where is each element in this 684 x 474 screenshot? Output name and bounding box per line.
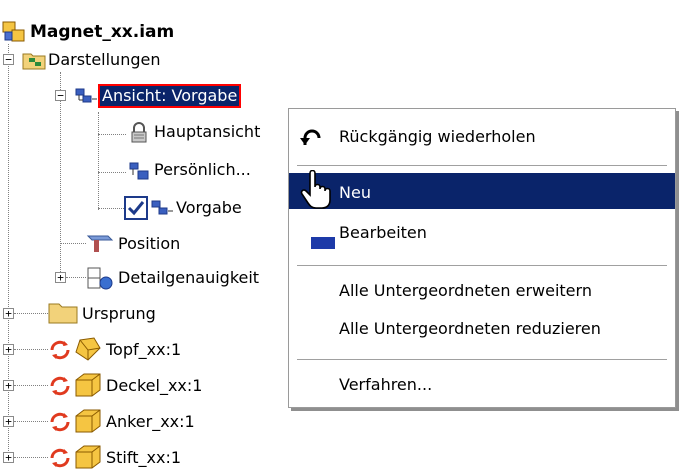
collapse-toggle[interactable]: − — [3, 54, 14, 65]
menu-separator — [297, 165, 667, 167]
representations-label[interactable]: Darstellungen — [48, 50, 160, 70]
tree-line — [98, 134, 126, 135]
tree-line — [98, 112, 99, 210]
position-label[interactable]: Position — [118, 234, 180, 254]
tree-line — [60, 72, 61, 272]
view-vorgabe-label[interactable]: Ansicht: Vorgabe — [97, 84, 242, 108]
expand-toggle[interactable]: + — [3, 416, 14, 427]
menu-item-label: Neu — [339, 183, 371, 202]
view-default-label[interactable]: Vorgabe — [176, 198, 242, 218]
representations-folder-icon — [22, 50, 46, 74]
menu-item-new[interactable]: Neu — [289, 173, 675, 209]
menu-item-collapse-all[interactable]: Alle Untergeordneten reduzieren — [289, 311, 675, 347]
context-menu: Rückgängig wiederholen Neu Bearbeiten Al… — [288, 108, 676, 408]
level-of-detail-icon — [86, 266, 114, 294]
edit-icon — [311, 229, 335, 253]
hand-cursor-icon — [300, 169, 332, 214]
adaptive-arrow-icon — [48, 374, 72, 402]
lock-icon — [128, 122, 150, 148]
expand-toggle[interactable]: + — [55, 272, 66, 283]
view-representation-icon — [74, 86, 98, 110]
tree-line — [14, 385, 48, 386]
part-label[interactable]: Deckel_xx:1 — [106, 376, 202, 396]
menu-item-procedures[interactable]: Verfahren... — [289, 367, 675, 403]
adaptive-arrow-icon — [48, 410, 72, 438]
view-main-label[interactable]: Hauptansicht — [154, 122, 260, 142]
tree-line — [14, 421, 48, 422]
menu-separator — [297, 359, 667, 361]
level-of-detail-label[interactable]: Detailgenauigkeit — [118, 268, 259, 288]
menu-item-label: Alle Untergeordneten reduzieren — [339, 319, 601, 338]
expand-toggle[interactable]: + — [3, 380, 14, 391]
menu-item-undo[interactable]: Rückgängig wiederholen — [289, 119, 675, 155]
undo-icon — [299, 125, 325, 153]
folder-icon — [48, 300, 78, 328]
tree-line — [14, 313, 48, 314]
tree-line — [66, 277, 86, 278]
part-label[interactable]: Stift_xx:1 — [106, 448, 181, 468]
menu-item-label: Bearbeiten — [339, 223, 427, 242]
view-representation-icon — [150, 198, 174, 222]
position-icon — [86, 230, 114, 258]
expand-toggle[interactable]: + — [3, 344, 14, 355]
tree-line — [14, 457, 48, 458]
part-icon — [74, 372, 102, 402]
origin-label[interactable]: Ursprung — [82, 304, 156, 324]
menu-item-edit[interactable]: Bearbeiten — [289, 215, 675, 251]
expand-toggle[interactable]: + — [3, 452, 14, 463]
tree-line — [98, 172, 126, 173]
menu-item-label: Rückgängig wiederholen — [339, 127, 536, 146]
root-assembly-label[interactable]: Magnet_xx.iam — [30, 22, 174, 42]
tree-line — [60, 243, 86, 244]
adaptive-arrow-icon — [48, 338, 72, 366]
menu-separator — [297, 265, 667, 267]
menu-item-label: Alle Untergeordneten erweitern — [339, 281, 592, 300]
expand-toggle[interactable]: + — [3, 308, 14, 319]
view-representation-icon — [128, 160, 152, 186]
checkbox-checked-icon[interactable] — [124, 196, 148, 224]
tree-line — [98, 208, 124, 209]
menu-item-expand-all[interactable]: Alle Untergeordneten erweitern — [289, 273, 675, 309]
view-personal-label[interactable]: Persönlich... — [154, 160, 251, 180]
collapse-toggle[interactable]: − — [55, 90, 66, 101]
part-icon — [74, 408, 102, 438]
tree-line — [14, 349, 48, 350]
part-label[interactable]: Anker_xx:1 — [106, 412, 195, 432]
tree-line — [8, 44, 9, 459]
assembly-icon — [2, 20, 30, 48]
menu-item-label: Verfahren... — [339, 375, 433, 394]
part-label[interactable]: Topf_xx:1 — [106, 340, 181, 360]
part-pattern-icon — [74, 336, 102, 366]
